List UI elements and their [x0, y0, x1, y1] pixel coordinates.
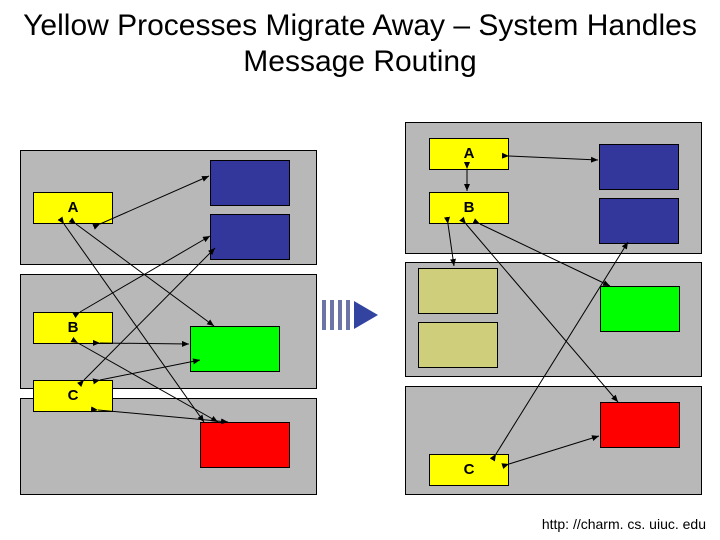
- footer-link: http: //charm. cs. uiuc. edu: [542, 516, 706, 532]
- process-C-left: C: [33, 380, 113, 412]
- process-navy-3: [599, 144, 679, 190]
- process-red-left: [200, 422, 290, 468]
- process-B-right: B: [429, 192, 509, 224]
- vacated-slot-2: [418, 322, 498, 368]
- arrow-right-icon: [354, 301, 378, 329]
- process-red-right: [600, 402, 680, 448]
- process-A-right: A: [429, 138, 509, 170]
- process-green-left: [190, 326, 280, 372]
- process-navy-1: [210, 160, 290, 206]
- page-title: Yellow Processes Migrate Away – System H…: [0, 8, 720, 80]
- process-A-left: A: [33, 192, 113, 224]
- vacated-slot-1: [418, 268, 498, 314]
- transition-arrow: [322, 300, 378, 330]
- process-navy-2: [210, 214, 290, 260]
- process-navy-4: [599, 198, 679, 244]
- process-B-left: B: [33, 312, 113, 344]
- process-green-right: [600, 286, 680, 332]
- process-C-right: C: [429, 454, 509, 486]
